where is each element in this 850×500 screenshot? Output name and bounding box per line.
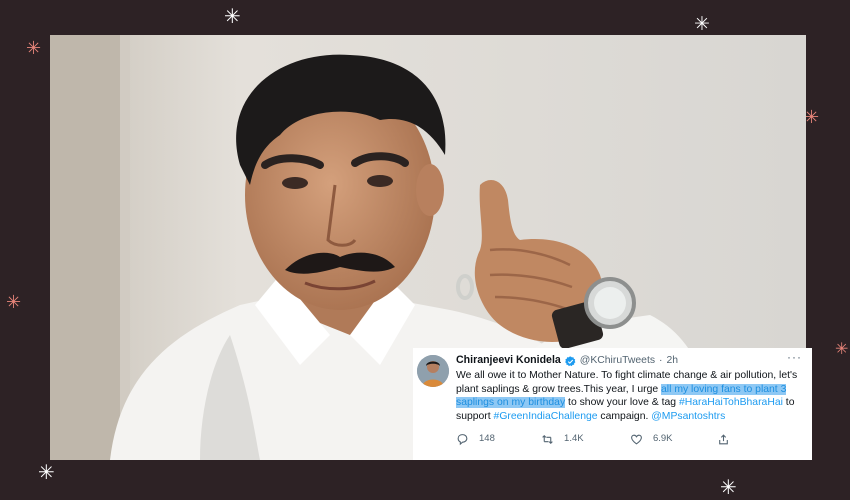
mention-link[interactable]: @MPsantoshtrs xyxy=(651,411,725,422)
tweet-header: Chiranjeevi Konidela @KChiruTweets · 2h xyxy=(456,354,802,368)
sparkle-decoration: ✳ xyxy=(6,292,22,313)
reply-button[interactable]: 148 xyxy=(456,432,541,446)
sparkle-decoration: ✳ xyxy=(835,339,849,358)
tweet-actions: 148 1.4K 6.9K xyxy=(456,432,802,446)
hashtag-link[interactable]: #HaraHaiTohBharaHai xyxy=(679,397,783,408)
author-handle[interactable]: @KChiruTweets xyxy=(580,354,655,368)
sparkle-decoration: ✳ xyxy=(26,38,42,59)
verified-badge-icon xyxy=(564,355,576,366)
author-name[interactable]: Chiranjeevi Konidela xyxy=(456,354,561,368)
sparkle-decoration: ✳ xyxy=(38,460,55,484)
hashtag-link[interactable]: #GreenIndiaChallenge xyxy=(494,411,598,422)
retweet-button[interactable]: 1.4K xyxy=(541,432,630,446)
retweet-count: 1.4K xyxy=(564,433,584,445)
tweet-text: We all owe it to Mother Nature. To fight… xyxy=(456,369,802,423)
like-count: 6.9K xyxy=(652,433,673,445)
more-options-icon[interactable]: ··· xyxy=(787,350,802,365)
tweet-text-part: to show your love & tag xyxy=(565,397,679,409)
sparkle-decoration: ✳ xyxy=(694,13,710,35)
sparkle-decoration: ✳ xyxy=(224,4,241,28)
tweet-timestamp[interactable]: 2h xyxy=(667,354,679,368)
share-button[interactable] xyxy=(717,432,802,446)
tweet-card[interactable]: ··· Chiranjeevi Konidela @KChiruTweets ·… xyxy=(413,348,812,460)
reply-icon xyxy=(457,433,468,445)
avatar[interactable] xyxy=(417,355,449,387)
heart-icon xyxy=(631,434,642,445)
sparkle-decoration: ✳ xyxy=(720,475,737,499)
tweet-text-part: campaign. xyxy=(597,410,652,422)
retweet-icon xyxy=(542,434,553,444)
like-button[interactable]: 6.9K xyxy=(630,432,717,446)
reply-count: 148 xyxy=(479,433,495,445)
sparkle-decoration: ✳ xyxy=(804,107,820,128)
separator-dot: · xyxy=(659,355,663,367)
share-icon xyxy=(719,434,728,445)
